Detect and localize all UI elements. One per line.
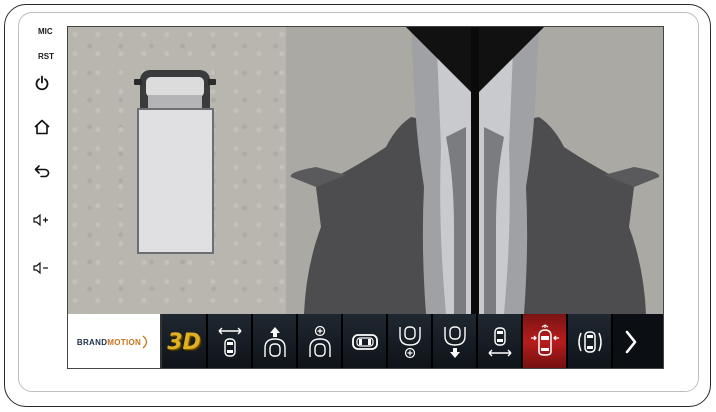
next-arrow-icon [625, 330, 637, 354]
front-wide-icon [218, 327, 241, 357]
rear-view-icon [443, 326, 466, 358]
top-down-camera-view [68, 27, 286, 314]
rear-wide-icon [488, 327, 511, 357]
display-screen: BRAND MOTION 3D [67, 26, 664, 369]
side-camera-split-view [286, 27, 663, 314]
volume-down-icon [33, 261, 48, 275]
rear-zoom-button[interactable] [388, 314, 433, 368]
side-mirror-view-button[interactable] [568, 314, 613, 368]
rst-label[interactable]: RST [38, 52, 54, 61]
side-view-icon [530, 324, 559, 356]
mic-label: MIC [38, 27, 53, 36]
back-button[interactable] [30, 160, 54, 182]
front-wide-view-button[interactable] [208, 314, 253, 368]
brand-swirl-icon [142, 335, 148, 349]
rear-wide-view-button[interactable] [478, 314, 523, 368]
home-button[interactable] [30, 116, 54, 138]
rear-zoom-icon [398, 326, 421, 359]
brand-logo-text-part1: BRAND [76, 337, 108, 347]
next-page-button[interactable] [613, 314, 649, 368]
front-zoom-button[interactable] [298, 314, 343, 368]
front-view-button[interactable] [253, 314, 298, 368]
top-view-button[interactable] [343, 314, 388, 368]
van-top-view-graphic [134, 70, 216, 254]
power-icon [35, 75, 49, 91]
brand-logo-text-part2: MOTION [107, 337, 142, 347]
front-zoom-icon [308, 325, 331, 357]
3d-view-icon: 3D [167, 329, 201, 355]
volume-up-button[interactable] [30, 209, 54, 231]
volume-down-button[interactable] [30, 257, 54, 279]
side-camera-scene [286, 27, 663, 314]
back-icon [34, 165, 50, 178]
volume-up-icon [33, 213, 48, 227]
side-view-button[interactable] [523, 314, 568, 368]
camera-toolbar: BRAND MOTION 3D [68, 314, 663, 368]
front-view-icon [263, 327, 286, 357]
3d-view-button[interactable]: 3D [162, 314, 208, 368]
side-mirror-view-icon [577, 331, 602, 353]
brand-logo: BRAND MOTION [68, 314, 162, 368]
top-view-icon [351, 334, 378, 350]
power-button[interactable] [30, 72, 54, 94]
home-icon [34, 119, 50, 135]
rear-view-button[interactable] [433, 314, 478, 368]
